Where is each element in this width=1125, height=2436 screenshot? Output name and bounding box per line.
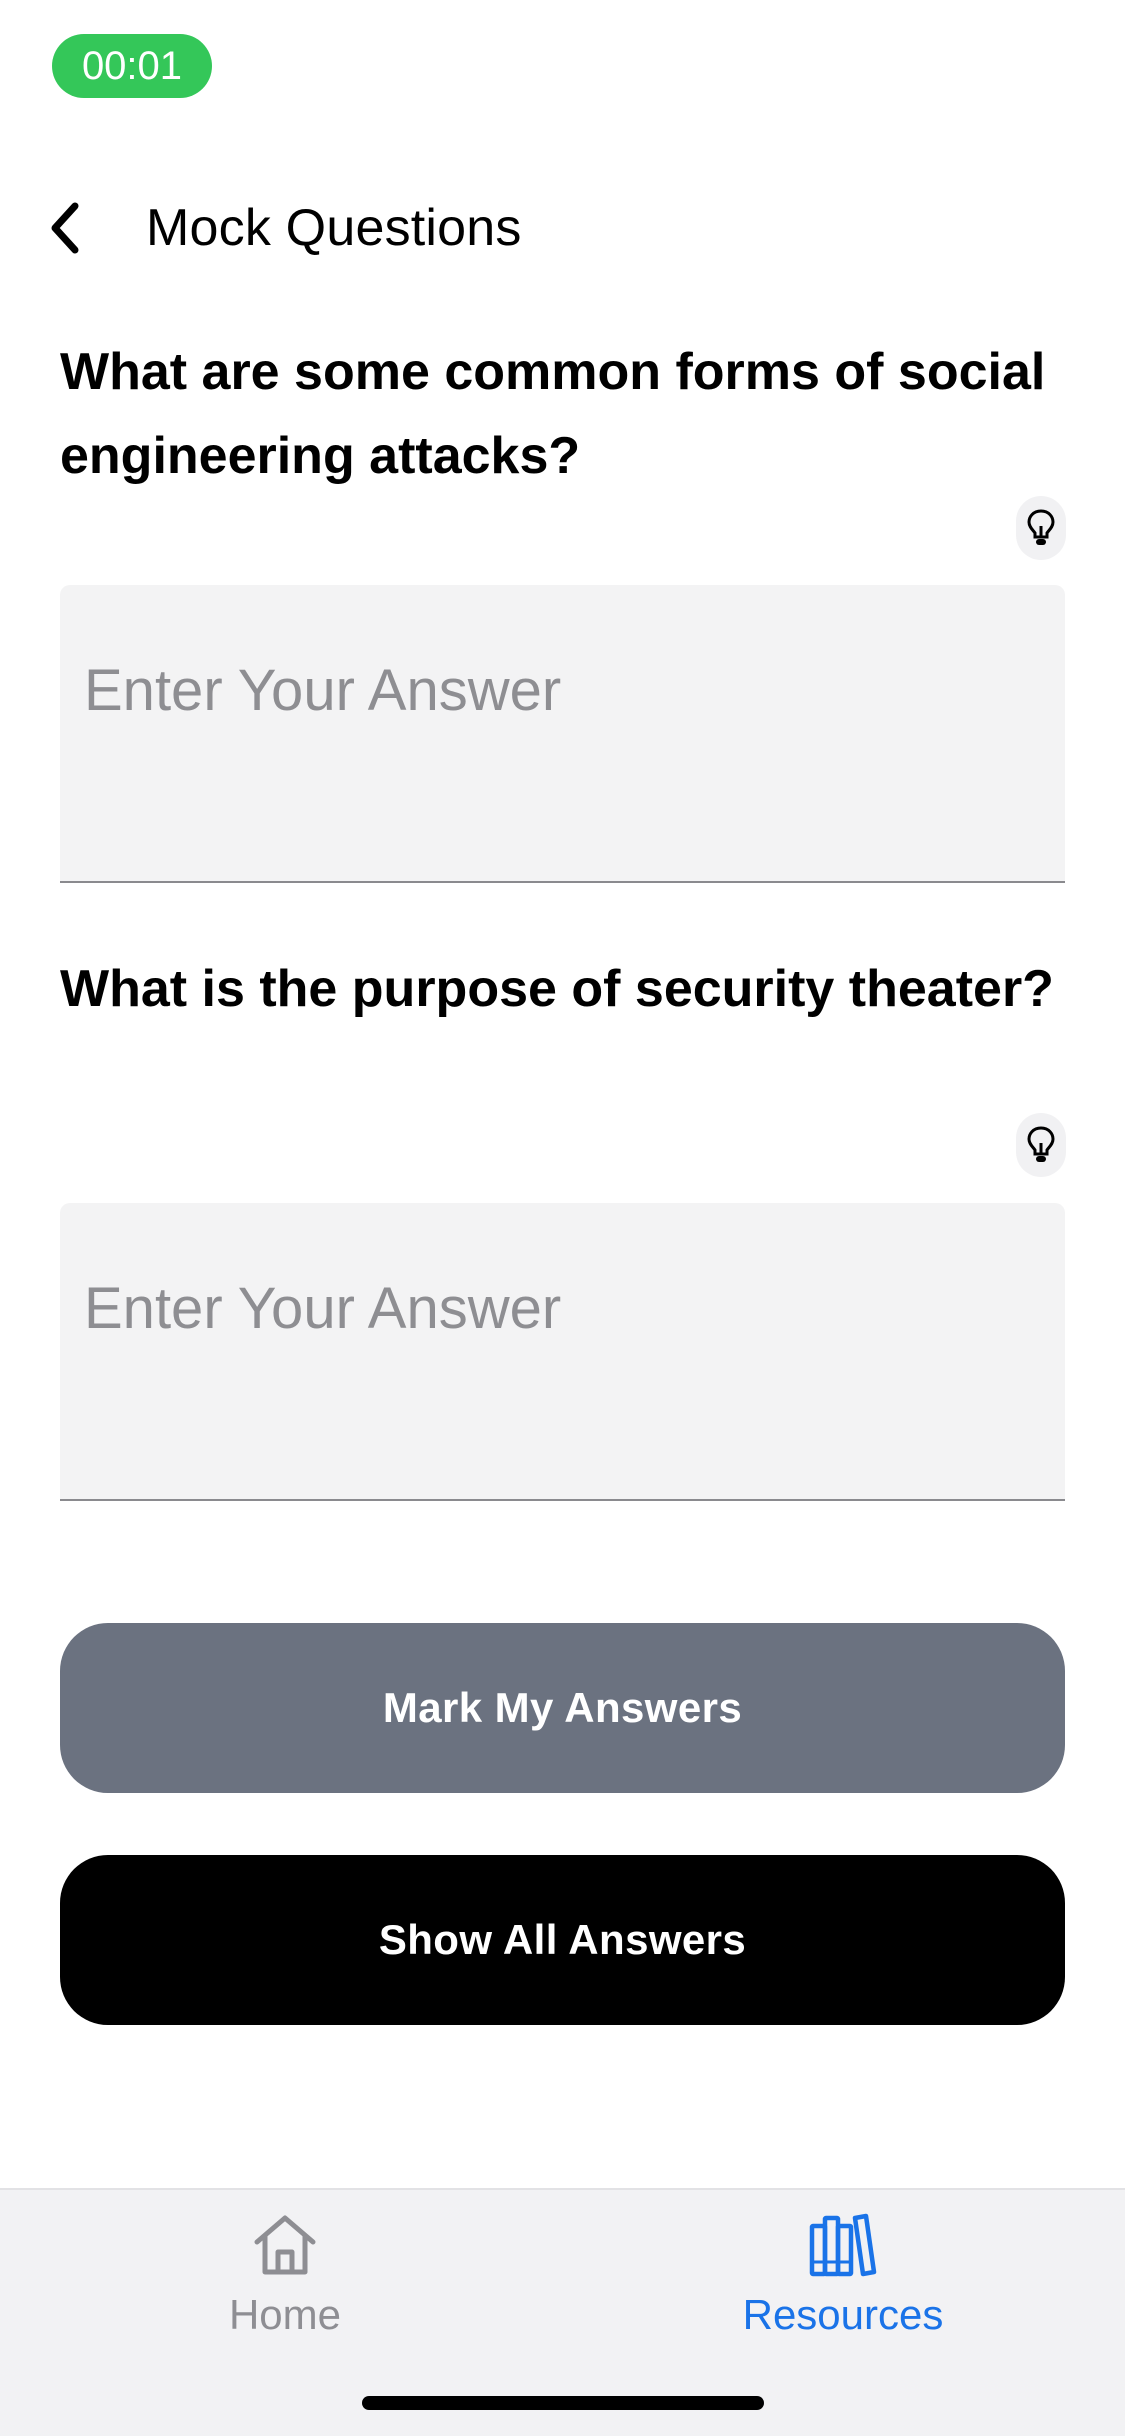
home-indicator: [362, 2396, 764, 2410]
answer-input[interactable]: [60, 1203, 1065, 1499]
lightbulb-icon: [1027, 509, 1055, 545]
question-text: What is the purpose of security theater?: [60, 960, 1054, 1018]
answer-field[interactable]: [60, 1203, 1065, 1501]
back-button[interactable]: [40, 196, 88, 260]
tab-home[interactable]: Home: [135, 2210, 435, 2360]
screen: 00:01 Mock Questions What are some commo…: [0, 0, 1125, 2436]
timer-badge: 00:01: [52, 34, 212, 98]
books-icon: [809, 2213, 877, 2277]
answer-input[interactable]: [60, 585, 1065, 881]
tab-label: Resources: [742, 2291, 944, 2338]
tab-label: Home: [228, 2291, 342, 2338]
home-icon: [254, 2215, 316, 2275]
answer-field[interactable]: [60, 585, 1065, 883]
hint-button[interactable]: [1016, 496, 1066, 560]
page-title: Mock Questions: [146, 199, 522, 257]
tab-resources[interactable]: Resources: [693, 2210, 993, 2360]
chevron-left-icon: [51, 202, 79, 254]
question-text: What are some common forms of social eng…: [60, 343, 1046, 485]
mark-answers-button[interactable]: Mark My Answers: [60, 1623, 1065, 1793]
show-answers-button[interactable]: Show All Answers: [60, 1855, 1065, 2025]
lightbulb-icon: [1027, 1126, 1055, 1162]
hint-button[interactable]: [1016, 1113, 1066, 1177]
